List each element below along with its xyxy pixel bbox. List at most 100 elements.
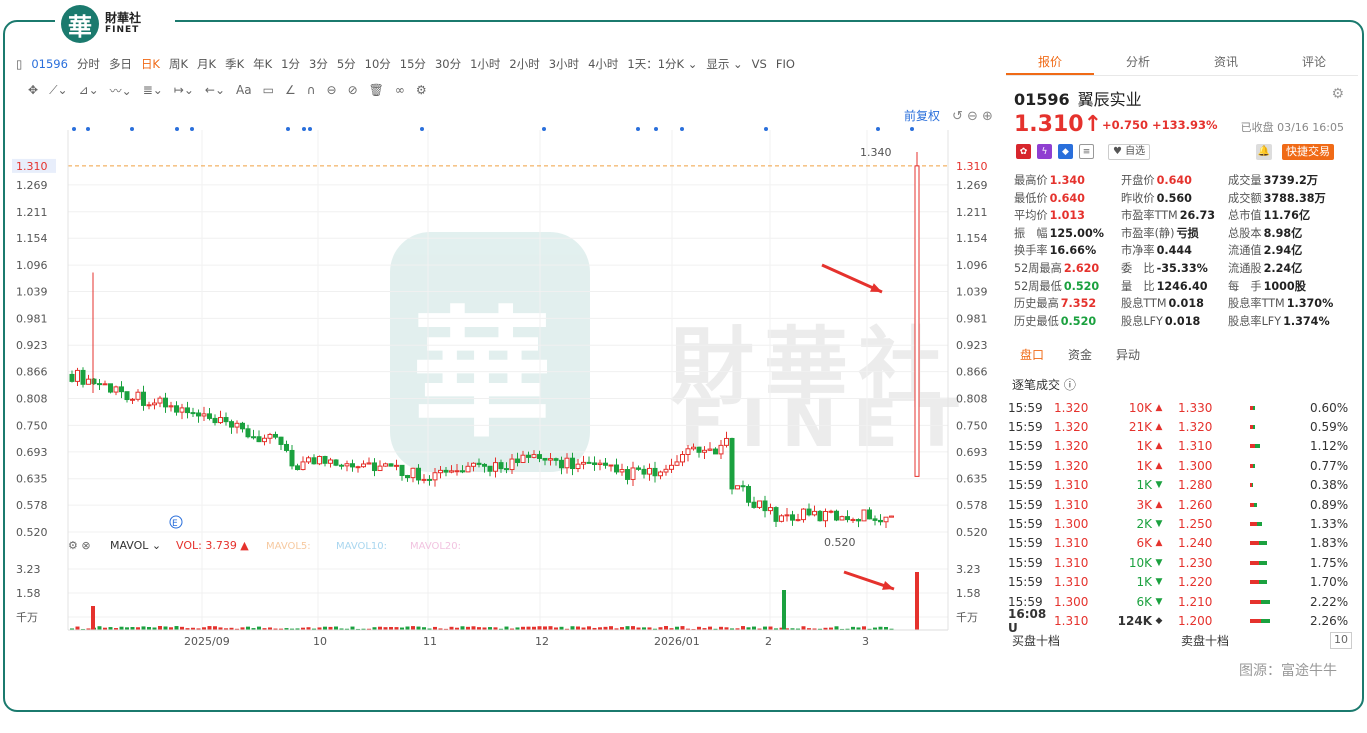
candle-body <box>75 369 80 382</box>
period-10[interactable]: 10分 <box>365 56 391 72</box>
candle-body <box>284 443 289 451</box>
toolbar-option-1[interactable]: 显示 ⌄ <box>706 56 742 72</box>
toolbar-option-0[interactable]: 1天：1分K ⌄ <box>627 56 697 72</box>
period-16[interactable]: 4小时 <box>588 56 618 72</box>
period-3[interactable]: 周K <box>169 56 188 72</box>
y-tick-label: 0.750 <box>16 419 48 432</box>
kline-chart[interactable]: 1.269 1.269 1.211 1.211 1.154 1.154 1.096 1.096… <box>12 100 1005 660</box>
candle-body <box>608 464 614 467</box>
period-9[interactable]: 5分 <box>337 56 356 72</box>
candle-body <box>768 507 773 512</box>
ask-tab[interactable]: 卖盘十档 <box>1181 632 1330 649</box>
candle-body <box>174 405 179 413</box>
trade-row: 15:59 1.310 1K ▼ <box>1008 478 1163 493</box>
period-4[interactable]: 月K <box>197 56 216 72</box>
crosshair-icon[interactable]: ✥ <box>28 83 38 97</box>
candle-body <box>652 467 658 477</box>
candle-body <box>377 465 383 472</box>
level-row: 1.320 0.59% <box>1178 420 1349 435</box>
link-icon[interactable]: ∞ <box>395 83 405 97</box>
stat-value: 1.370% <box>1286 297 1334 311</box>
note-tool-icon[interactable]: ▭ <box>263 83 274 97</box>
bell-icon[interactable]: 🔔 <box>1256 144 1272 160</box>
period-8[interactable]: 3分 <box>309 56 328 72</box>
channel-tool-icon[interactable]: ⊿⌄ <box>79 83 99 97</box>
candle-body <box>185 407 190 414</box>
event-marker <box>654 127 658 131</box>
period-11[interactable]: 15分 <box>400 56 426 72</box>
candle-body <box>537 454 542 459</box>
trade-row: 15:59 1.320 21K ▲ <box>1008 420 1163 435</box>
magnet-icon[interactable]: ∩ <box>307 83 316 97</box>
candle-body <box>449 470 454 473</box>
market-status: 已收盘 03/16 16:05 <box>1240 121 1344 134</box>
candle-body <box>889 515 894 518</box>
volume-bar <box>768 626 773 630</box>
stock-code[interactable]: 01596 <box>31 57 68 71</box>
candle-body <box>130 398 135 401</box>
period-1[interactable]: 多日 <box>109 56 132 72</box>
toolbar-option-2[interactable]: VS <box>752 57 767 71</box>
panel-tab-1[interactable]: 分析 <box>1094 50 1182 75</box>
period-15[interactable]: 3小时 <box>549 56 579 72</box>
candle-body <box>97 383 102 386</box>
sub-tab-1[interactable]: 资金 <box>1068 346 1092 363</box>
panel-tab-0[interactable]: 报价 <box>1006 50 1094 75</box>
angle-tool-icon[interactable]: ∠ <box>285 83 296 97</box>
period-14[interactable]: 2小时 <box>509 56 539 72</box>
candle-body <box>861 509 867 522</box>
toolbar-option-3[interactable]: FIO <box>776 57 795 71</box>
candle-body <box>663 468 669 473</box>
stat-value: 0.520 <box>1060 314 1097 328</box>
panel-tab-3[interactable]: 评论 <box>1270 50 1358 75</box>
candle-body <box>317 455 322 465</box>
range-tool-icon[interactable]: ↦⌄ <box>174 83 194 97</box>
period-13[interactable]: 1小时 <box>470 56 500 72</box>
period-2[interactable]: 日K <box>141 56 160 72</box>
candle-body <box>146 404 152 407</box>
y-tick-label-right: 1.211 <box>956 206 988 219</box>
candle-body <box>586 461 592 464</box>
stat-value: 2.94亿 <box>1263 244 1303 258</box>
candle-body <box>300 461 306 471</box>
period-6[interactable]: 年K <box>253 56 272 72</box>
candle-body <box>685 448 691 456</box>
sub-tab-0[interactable]: 盘口 <box>1020 346 1044 363</box>
period-12[interactable]: 30分 <box>435 56 461 72</box>
candle-body <box>883 516 889 523</box>
text-tool-icon[interactable]: Aa <box>236 83 252 97</box>
hk-flag-icon: ✿ <box>1016 144 1031 159</box>
delete-icon[interactable]: 🗑 <box>369 83 384 97</box>
last-price: 1.310↑ <box>1014 112 1103 137</box>
layout-icon[interactable]: ▯ <box>16 57 22 71</box>
stat-label: 市盈率(静) <box>1121 226 1175 240</box>
depth-selector[interactable]: 10 <box>1330 632 1352 649</box>
bid-tab[interactable]: 买盘十档 <box>1012 632 1181 649</box>
y-tick-label-right: 0.923 <box>956 339 988 352</box>
period-0[interactable]: 分时 <box>77 56 100 72</box>
arrow-tool-icon[interactable]: ←⌄ <box>205 83 225 97</box>
candle-body <box>674 461 680 466</box>
candle-body <box>152 402 157 406</box>
quick-trade-button[interactable]: 快捷交易 <box>1282 144 1334 160</box>
hide-icon[interactable]: ⊘ <box>348 83 358 97</box>
candle-body <box>322 455 328 464</box>
candle-body <box>773 507 779 522</box>
watchlist-button[interactable]: ♥ 自选 <box>1108 144 1151 160</box>
line-tool-icon[interactable]: ⟋⌄ <box>49 83 67 98</box>
volume-bar <box>680 626 685 630</box>
wave-tool-icon[interactable]: 〰⌄ <box>110 82 132 99</box>
candle-body <box>493 462 498 472</box>
sub-tab-2[interactable]: 异动 <box>1116 346 1140 363</box>
panel-tab-2[interactable]: 资讯 <box>1182 50 1270 75</box>
fib-tool-icon[interactable]: ≣⌄ <box>143 83 163 97</box>
period-7[interactable]: 1分 <box>281 56 300 72</box>
candle-body <box>438 469 443 474</box>
period-5[interactable]: 季K <box>225 56 244 72</box>
trade-row: 15:59 1.310 1K ▼ <box>1008 575 1163 590</box>
settings-icon[interactable]: ⚙ <box>416 83 427 97</box>
stat-value: 2.620 <box>1063 261 1100 275</box>
level-row: 1.210 2.22% <box>1178 594 1349 609</box>
gear-icon[interactable]: ⚙ <box>1331 86 1344 102</box>
lock-icon[interactable]: ⊖ <box>327 83 337 97</box>
